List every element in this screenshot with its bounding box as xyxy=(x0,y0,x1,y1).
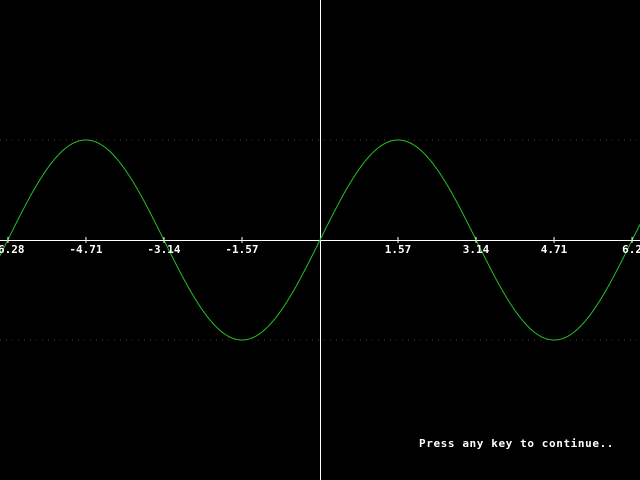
x-tick-label-7: 4.71 xyxy=(541,243,568,256)
x-tick-label-3: -3.14 xyxy=(147,243,180,256)
x-tick-label-8: 6.2 xyxy=(622,243,640,256)
x-tick-label-4: -1.57 xyxy=(225,243,258,256)
graph-screen: -6.28 -4.71 -3.14 -1.57 1.57 3.14 4.71 6.2 Pres… xyxy=(0,0,640,480)
x-tick-label-1: -6.28 xyxy=(0,243,25,256)
continue-prompt: Press any key to continue.. xyxy=(419,437,615,450)
x-tick-label-6: 3.14 xyxy=(463,243,490,256)
x-tick-label-2: -4.71 xyxy=(69,243,102,256)
sine-plot: -6.28 -4.71 -3.14 -1.57 1.57 3.14 4.71 6.2 xyxy=(0,0,640,480)
x-tick-label-5: 1.57 xyxy=(385,243,412,256)
